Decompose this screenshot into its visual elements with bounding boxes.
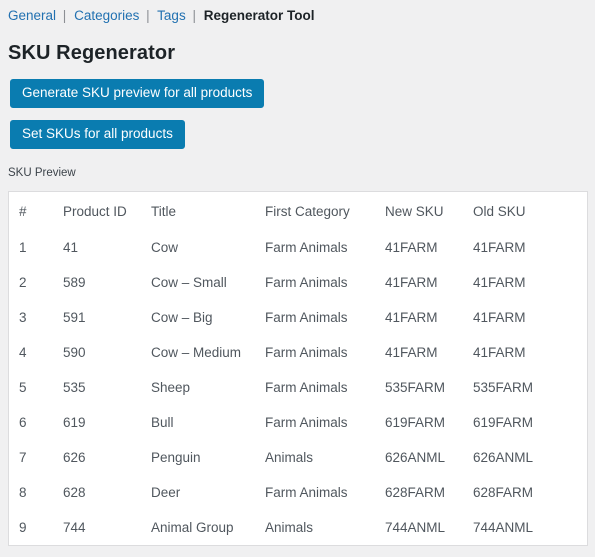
cell-title: Animal Group	[151, 520, 234, 535]
nav-separator: |	[146, 8, 150, 23]
cell-product-id: 744	[63, 520, 86, 535]
sku-preview-label: SKU Preview	[8, 167, 76, 179]
page-title: SKU Regenerator	[8, 42, 176, 64]
table-row: 6 619 Bull Farm Animals 619FARM 619FARM	[9, 405, 587, 440]
cell-product-id: 590	[63, 345, 86, 360]
cell-first-category: Farm Animals	[265, 240, 348, 255]
nav-link-tags[interactable]: Tags	[157, 8, 186, 23]
table-row: 3 591 Cow – Big Farm Animals 41FARM 41FARM	[9, 300, 587, 335]
cell-product-id: 626	[63, 450, 86, 465]
table-row: 1 41 Cow Farm Animals 41FARM 41FARM	[9, 230, 587, 265]
cell-first-category: Farm Animals	[265, 415, 348, 430]
cell-number: 1	[19, 240, 27, 255]
action-buttons: Generate SKU preview for all products	[10, 66, 595, 108]
cell-title: Cow – Medium	[151, 345, 242, 360]
action-buttons-secondary: Set SKUs for all products	[10, 108, 595, 149]
cell-title: Cow	[151, 240, 179, 255]
cell-product-id: 589	[63, 275, 86, 290]
cell-product-id: 41	[63, 240, 79, 255]
cell-title: Penguin	[151, 450, 201, 465]
cell-old-sku: 619FARM	[473, 415, 534, 430]
nav-link-categories[interactable]: Categories	[74, 8, 139, 23]
nav-link-regenerator-tool: Regenerator Tool	[203, 8, 315, 23]
column-header-number: #	[19, 203, 27, 219]
cell-new-sku: 41FARM	[385, 240, 438, 255]
cell-old-sku: 628FARM	[473, 485, 534, 500]
generate-sku-preview-button[interactable]: Generate SKU preview for all products	[10, 79, 265, 108]
cell-first-category: Farm Animals	[265, 310, 348, 325]
cell-number: 6	[19, 415, 27, 430]
cell-old-sku: 41FARM	[473, 240, 526, 255]
cell-new-sku: 626ANML	[385, 450, 446, 465]
table-row: 7 626 Penguin Animals 626ANML 626ANML	[9, 440, 587, 475]
table-row: 4 590 Cow – Medium Farm Animals 41FARM 41FARM	[9, 335, 587, 370]
cell-first-category: Farm Animals	[265, 380, 348, 395]
cell-first-category: Animals	[265, 450, 314, 465]
cell-first-category: Animals	[265, 520, 314, 535]
set-skus-button[interactable]: Set SKUs for all products	[10, 120, 185, 149]
cell-title: Deer	[151, 485, 181, 500]
cell-number: 7	[19, 450, 27, 465]
cell-new-sku: 628FARM	[385, 485, 446, 500]
cell-title: Cow – Small	[151, 275, 227, 290]
cell-first-category: Farm Animals	[265, 485, 348, 500]
cell-old-sku: 41FARM	[473, 310, 526, 325]
cell-product-id: 628	[63, 485, 86, 500]
table-row: 5 535 Sheep Farm Animals 535FARM 535FARM	[9, 370, 587, 405]
table-header: # Product ID Title First Category New SK…	[9, 192, 587, 230]
table-row: 9 744 Animal Group Animals 744ANML 744ANML	[9, 510, 587, 545]
cell-first-category: Farm Animals	[265, 345, 348, 360]
nav-separator: |	[192, 8, 196, 23]
table-body: 1 41 Cow Farm Animals 41FARM 41FARM 2 589 Cow – …	[9, 230, 587, 545]
table-row: 8 628 Deer Farm Animals 628FARM 628FARM	[9, 475, 587, 510]
cell-old-sku: 535FARM	[473, 380, 534, 395]
cell-old-sku: 744ANML	[473, 520, 534, 535]
cell-number: 4	[19, 345, 27, 360]
column-header-new-sku: New SKU	[385, 203, 444, 219]
cell-old-sku: 626ANML	[473, 450, 534, 465]
cell-new-sku: 619FARM	[385, 415, 446, 430]
sku-preview-table: # Product ID Title First Category New SK…	[9, 192, 587, 545]
cell-number: 9	[19, 520, 27, 535]
cell-old-sku: 41FARM	[473, 275, 526, 290]
cell-number: 3	[19, 310, 27, 325]
cell-number: 8	[19, 485, 27, 500]
cell-product-id: 591	[63, 310, 86, 325]
cell-title: Sheep	[151, 380, 191, 395]
cell-new-sku: 41FARM	[385, 345, 438, 360]
cell-new-sku: 535FARM	[385, 380, 446, 395]
table-row: 2 589 Cow – Small Farm Animals 41FARM 41FARM	[9, 265, 587, 300]
cell-new-sku: 41FARM	[385, 310, 438, 325]
cell-number: 2	[19, 275, 27, 290]
cell-old-sku: 41FARM	[473, 345, 526, 360]
cell-product-id: 535	[63, 380, 86, 395]
admin-page: General | Categories | Tags | Regenerato…	[0, 0, 595, 557]
cell-title: Cow – Big	[151, 310, 213, 325]
cell-first-category: Farm Animals	[265, 275, 348, 290]
column-header-title: Title	[151, 203, 177, 219]
cell-title: Bull	[151, 415, 174, 430]
column-header-first-category: First Category	[265, 203, 350, 219]
table-header-row: # Product ID Title First Category New SK…	[9, 192, 587, 230]
nav-separator: |	[62, 8, 67, 23]
cell-number: 5	[19, 380, 27, 395]
cell-new-sku: 41FARM	[385, 275, 438, 290]
column-header-product-id: Product ID	[63, 203, 127, 219]
cell-product-id: 619	[63, 415, 86, 430]
nav-link-general[interactable]: General	[8, 8, 56, 23]
sku-preview-table-container: # Product ID Title First Category New SK…	[8, 191, 588, 546]
breadcrumb: General | Categories | Tags | Regenerato…	[0, 0, 595, 26]
column-header-old-sku: Old SKU	[473, 203, 526, 219]
cell-new-sku: 744ANML	[385, 520, 446, 535]
